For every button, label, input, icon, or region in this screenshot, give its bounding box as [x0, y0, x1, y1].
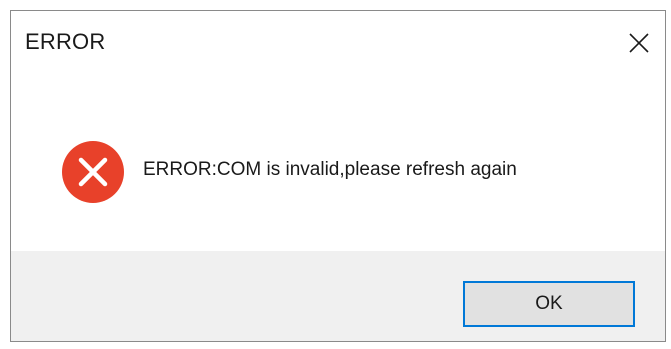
error-icon: [62, 141, 124, 203]
ok-button[interactable]: OK: [463, 281, 635, 327]
dialog-content: ERROR:COM is invalid,please refresh agai…: [11, 75, 665, 261]
title-bar: ERROR: [11, 11, 665, 75]
dialog-title: ERROR: [25, 29, 106, 54]
close-icon: [629, 33, 649, 53]
dialog-footer: OK: [11, 251, 665, 341]
close-button[interactable]: [615, 21, 663, 65]
error-message: ERROR:COM is invalid,please refresh agai…: [143, 159, 517, 180]
error-dialog: ERROR ERROR:COM is invalid,please refres…: [10, 10, 666, 342]
